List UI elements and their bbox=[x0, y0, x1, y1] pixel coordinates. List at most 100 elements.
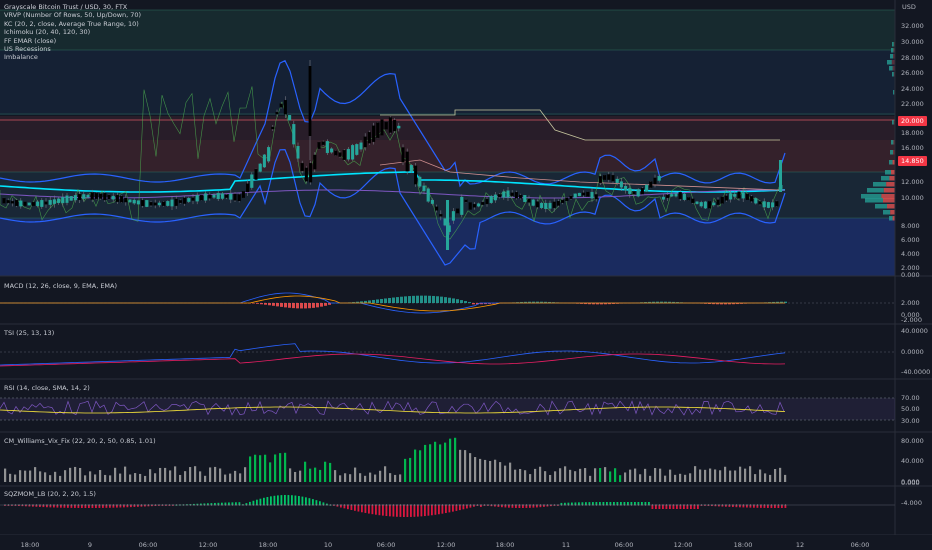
vix-fix-bar bbox=[419, 450, 422, 482]
vix-label[interactable]: CM_Williams_Vix_Fix (22, 20, 2, 50, 0.85… bbox=[4, 437, 156, 445]
sqz-label[interactable]: SQZMOM_LB (20, 2, 20, 1.5) bbox=[4, 490, 96, 498]
sqz-dot bbox=[777, 504, 780, 506]
sqz-dot bbox=[676, 504, 678, 506]
macd-histogram-bar bbox=[272, 303, 275, 306]
vix-fix-bar bbox=[359, 473, 362, 482]
candle-body bbox=[678, 192, 682, 199]
vix-fix-bar bbox=[34, 467, 37, 482]
macd-histogram-bar bbox=[472, 303, 475, 305]
macd-histogram-bar bbox=[324, 303, 327, 306]
vix-fix-bar bbox=[494, 459, 497, 482]
indicator-us-recessions[interactable]: US Recessions bbox=[4, 45, 141, 53]
volume-profile-bar bbox=[889, 216, 893, 221]
sqz-dot bbox=[749, 504, 752, 506]
candle-body bbox=[691, 198, 695, 203]
tsi-label[interactable]: TSI (25, 13, 13) bbox=[4, 329, 54, 337]
candle-body bbox=[153, 202, 157, 206]
candle-body bbox=[582, 192, 586, 196]
candle-body bbox=[208, 194, 212, 199]
candle-body bbox=[296, 145, 300, 159]
candle-body bbox=[40, 200, 44, 207]
sqz-dot bbox=[406, 504, 409, 506]
vix-fix-bar bbox=[94, 474, 97, 482]
indicator-vrvp[interactable]: VRVP (Number Of Rows, 50, Up/Down, 70) bbox=[4, 11, 141, 19]
last-candle bbox=[779, 160, 782, 192]
volume-profile-bar bbox=[892, 120, 894, 125]
macd-histogram-bar bbox=[252, 303, 255, 304]
candle-body bbox=[149, 202, 153, 206]
sqz-dot bbox=[98, 504, 101, 506]
candle-body bbox=[477, 203, 481, 207]
sqz-dot bbox=[214, 504, 216, 506]
indicator-imbalance[interactable]: Imbalance bbox=[4, 53, 141, 61]
sqz-tick: 0.000 bbox=[901, 479, 920, 487]
vix-fix-bar bbox=[289, 468, 292, 482]
macd-histogram-bar bbox=[416, 295, 419, 303]
candle-body bbox=[275, 111, 279, 115]
candle-body bbox=[527, 198, 531, 203]
candle-body bbox=[535, 201, 539, 208]
sqz-dot bbox=[616, 504, 619, 506]
sqz-dot bbox=[189, 504, 192, 506]
candle-body bbox=[351, 145, 355, 160]
chart-canvas[interactable] bbox=[0, 0, 932, 550]
candle-body bbox=[178, 200, 182, 203]
vix-fix-bar bbox=[539, 466, 542, 482]
sqz-bar bbox=[280, 495, 283, 505]
candle-body bbox=[283, 99, 287, 115]
vix-fix-bar bbox=[244, 467, 247, 482]
vix-fix-bar bbox=[744, 468, 747, 482]
indicator-kc[interactable]: KC (20, 2, close, Average True Range, 10… bbox=[4, 20, 141, 28]
indicator-ff-emar[interactable]: FF EMAR (close) bbox=[4, 37, 141, 45]
candle-body bbox=[695, 201, 699, 204]
sqz-dot bbox=[480, 504, 482, 506]
sqz-dot bbox=[361, 504, 363, 506]
candle-body bbox=[586, 191, 590, 197]
candle-body bbox=[443, 218, 447, 226]
sqz-dot bbox=[301, 504, 304, 506]
macd-label[interactable]: MACD (12, 26, close, 9, EMA, EMA) bbox=[4, 282, 117, 290]
vix-fix-bar bbox=[424, 444, 427, 482]
vix-fix-bar bbox=[709, 468, 712, 482]
time-tick: 10 bbox=[323, 541, 333, 549]
sqz-dot bbox=[557, 504, 559, 506]
candle-body bbox=[775, 201, 779, 207]
candle-body bbox=[115, 194, 119, 202]
tsi-line bbox=[0, 343, 786, 366]
candle-body bbox=[82, 194, 86, 199]
sqz-dot bbox=[336, 504, 339, 506]
candle-body bbox=[540, 202, 544, 209]
candle-body bbox=[225, 194, 229, 198]
vix-fix-bar bbox=[129, 474, 132, 482]
rsi-label[interactable]: RSI (14, close, SMA, 14, 2) bbox=[4, 384, 90, 392]
vix-fix-bar bbox=[429, 444, 432, 482]
indicator-ichimoku[interactable]: Ichimoku (20, 40, 120, 30) bbox=[4, 28, 141, 36]
candle-body bbox=[418, 176, 422, 187]
candle-body bbox=[653, 177, 657, 185]
sqz-dot bbox=[182, 504, 185, 506]
vix-fix-bar bbox=[779, 467, 782, 482]
candle-body bbox=[78, 193, 82, 201]
vix-fix-bar bbox=[684, 474, 687, 482]
sqz-dot bbox=[606, 504, 608, 506]
volume-profile-bar bbox=[883, 210, 891, 215]
sqz-dot bbox=[784, 504, 787, 506]
price-tick: 30.000 bbox=[901, 38, 924, 46]
symbol-title[interactable]: Grayscale Bitcoin Trust / USD, 30, FTX bbox=[4, 3, 141, 11]
time-tick: 11 bbox=[561, 541, 571, 549]
sqz-dot bbox=[515, 504, 517, 506]
candle-body bbox=[246, 183, 250, 193]
candle-body bbox=[708, 201, 712, 209]
candle-body bbox=[44, 201, 48, 205]
sqz-dot bbox=[595, 504, 598, 506]
sqz-dot bbox=[25, 504, 27, 506]
sqz-dot bbox=[602, 504, 605, 506]
candle-body bbox=[636, 189, 640, 197]
sqz-dot bbox=[620, 504, 622, 506]
sqz-dot bbox=[707, 504, 710, 506]
time-tick: 12 bbox=[795, 541, 805, 549]
candle-body bbox=[48, 199, 52, 205]
candle-body bbox=[128, 199, 132, 203]
sqz-dot bbox=[427, 504, 430, 506]
sqz-dot bbox=[508, 504, 510, 506]
